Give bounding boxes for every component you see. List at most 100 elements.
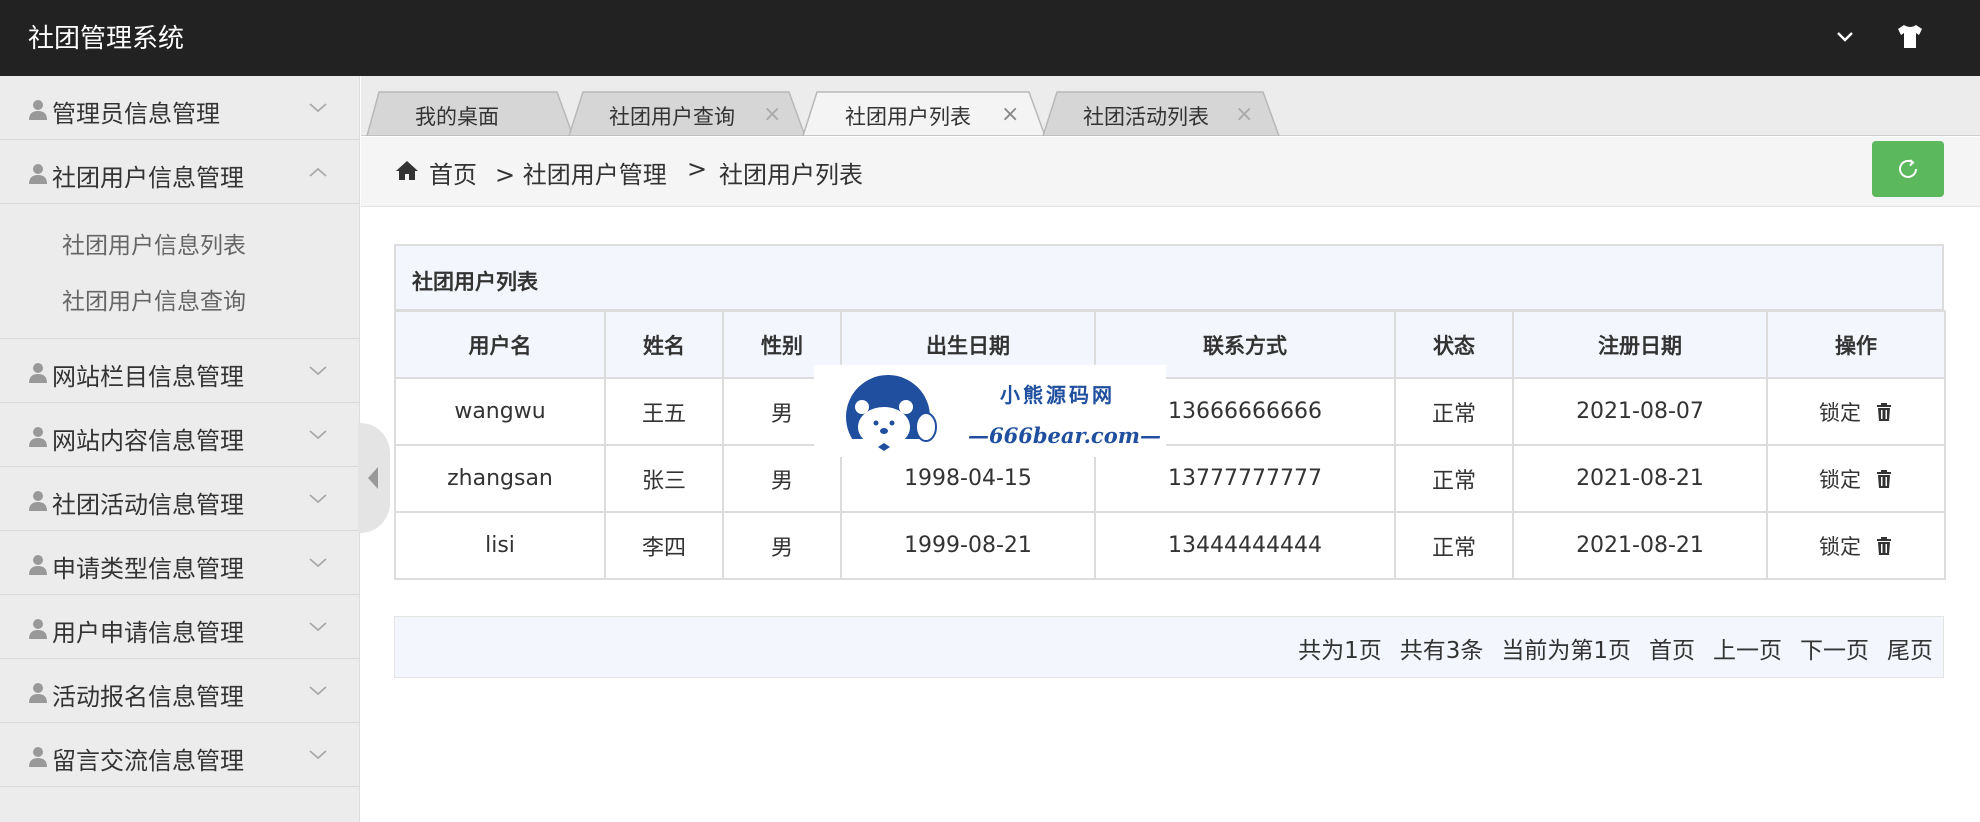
user-icon: [29, 555, 47, 575]
user-icon: [29, 164, 47, 184]
pager-prev-link[interactable]: 上一页: [1713, 631, 1782, 665]
pager-current-page: 当前为第1页: [1501, 638, 1631, 664]
user-icon: [29, 747, 47, 767]
sidebar-item-label: 活动报名信息管理: [52, 683, 244, 711]
chevron-down-icon: [309, 366, 327, 376]
sidebar-subitem-label: 社团用户信息查询: [62, 289, 246, 315]
column-header: 操作: [1766, 310, 1946, 379]
column-header: 状态: [1394, 310, 1514, 379]
sidebar-item-label: 留言交流信息管理: [52, 747, 244, 775]
tab-label: 社团用户列表: [845, 105, 971, 129]
breadcrumb-level1[interactable]: > 社团用户管理: [495, 155, 667, 190]
tab-activity-list[interactable]: 社团活动列表 ×: [1041, 90, 1281, 136]
column-header: 姓名: [604, 310, 724, 379]
chevron-down-icon: [309, 686, 327, 696]
refresh-button[interactable]: [1872, 141, 1944, 197]
sidebar-item-application-types[interactable]: 申请类型信息管理: [0, 531, 359, 595]
chevron-up-icon: [309, 167, 327, 177]
user-icon: [29, 427, 47, 447]
watermark-title: 小熊源码网: [1000, 383, 1115, 407]
pager-last-link[interactable]: 尾页: [1887, 631, 1933, 665]
sidebar-item-label: 社团活动信息管理: [52, 491, 244, 519]
cell-username: lisi: [394, 511, 606, 580]
pager-total-items: 共有3条: [1399, 638, 1484, 664]
trash-icon[interactable]: [1875, 536, 1893, 556]
close-icon[interactable]: ×: [1235, 102, 1253, 127]
sidebar-item-label: 申请类型信息管理: [52, 555, 244, 583]
breadcrumb-separator: >: [687, 155, 708, 183]
sidebar-item-user-applications[interactable]: 用户申请信息管理: [0, 595, 359, 659]
cell-actions: 锁定: [1766, 377, 1946, 446]
column-header: 用户名: [394, 310, 606, 379]
cell-name: 李四: [604, 511, 724, 580]
pager-next-link[interactable]: 下一页: [1800, 631, 1869, 665]
tab-user-query[interactable]: 社团用户查询 ×: [567, 90, 807, 136]
sidebar-item-activity-signups[interactable]: 活动报名信息管理: [0, 659, 359, 723]
cell-gender: 男: [722, 511, 842, 580]
sidebar-item-club-activities[interactable]: 社团活动信息管理: [0, 467, 359, 531]
trash-icon[interactable]: [1875, 402, 1893, 422]
sidebar-submenu: 社团用户信息列表 社团用户信息查询: [0, 204, 359, 339]
sidebar-item-site-content[interactable]: 网站内容信息管理: [0, 403, 359, 467]
breadcrumb-current: 社团用户列表: [719, 161, 863, 189]
user-icon: [29, 363, 47, 383]
chevron-down-icon: [309, 750, 327, 760]
tshirt-icon[interactable]: [1894, 20, 1926, 52]
table-row: wangwu 王五 男 13666666666 正常 2021-08-07 锁定: [394, 377, 1946, 446]
chevron-down-icon: [309, 558, 327, 568]
sidebar-item-label: 社团用户信息管理: [52, 164, 244, 192]
sidebar-item-admin[interactable]: 管理员信息管理: [0, 76, 359, 140]
cell-birth: 1999-08-21: [840, 511, 1096, 580]
lock-button[interactable]: 锁定: [1819, 464, 1861, 494]
tab-my-desktop[interactable]: 我的桌面: [365, 90, 575, 136]
sidebar-item-label: 网站栏目信息管理: [52, 363, 244, 391]
sidebar-item-messages[interactable]: 留言交流信息管理: [0, 723, 359, 787]
sidebar-collapse-handle[interactable]: [358, 423, 390, 533]
chevron-down-icon: [309, 494, 327, 504]
cell-name: 王五: [604, 377, 724, 446]
cell-reg-date: 2021-08-07: [1512, 377, 1768, 446]
table-title: 社团用户列表: [394, 244, 1944, 310]
tab-bar: 我的桌面 社团用户查询 × 社团用户列表 × 社团活动列表 ×: [361, 76, 1980, 136]
close-icon[interactable]: ×: [1001, 102, 1019, 127]
home-icon: [396, 161, 418, 180]
app-title: 社团管理系统: [28, 24, 185, 54]
breadcrumb: 首页 > 社团用户管理 > 社团用户列表: [361, 137, 1980, 207]
cell-status: 正常: [1394, 511, 1514, 580]
cell-phone: 13444444444: [1094, 511, 1396, 580]
user-icon: [29, 619, 47, 639]
chevron-down-icon[interactable]: [1830, 22, 1860, 52]
cell-username: wangwu: [394, 377, 606, 446]
user-table: 用户名 姓名 性别 出生日期 联系方式 状态 注册日期 操作 wangwu 王五…: [394, 310, 1946, 580]
watermark-url: —666bear.com—: [968, 423, 1161, 448]
tab-user-list[interactable]: 社团用户列表 ×: [801, 90, 1047, 136]
sidebar-item-label: 管理员信息管理: [52, 100, 220, 128]
pagination: 共为1页 共有3条 当前为第1页 首页 上一页 下一页 尾页: [394, 616, 1944, 678]
cell-name: 张三: [604, 444, 724, 513]
caret-left-icon: [368, 467, 378, 489]
breadcrumb-home[interactable]: 首页: [429, 155, 477, 190]
cell-actions: 锁定: [1766, 444, 1946, 513]
column-header: 注册日期: [1512, 310, 1768, 379]
sidebar: 管理员信息管理 社团用户信息管理 社团用户信息列表 社团用户信息查询 网站栏目信…: [0, 76, 360, 822]
trash-icon[interactable]: [1875, 469, 1893, 489]
pager-first-link[interactable]: 首页: [1649, 631, 1695, 665]
tab-label: 社团用户查询: [609, 105, 735, 129]
cell-reg-date: 2021-08-21: [1512, 444, 1768, 513]
sidebar-subitem-user-query[interactable]: 社团用户信息查询: [0, 268, 359, 324]
close-icon[interactable]: ×: [763, 102, 781, 127]
user-icon: [29, 100, 47, 120]
cell-reg-date: 2021-08-21: [1512, 511, 1768, 580]
cell-status: 正常: [1394, 377, 1514, 446]
cell-status: 正常: [1394, 444, 1514, 513]
user-table-panel: 社团用户列表 用户名 姓名 性别 出生日期 联系方式 状态 注册日期 操作 wa…: [394, 244, 1946, 580]
tab-label: 我的桌面: [415, 105, 499, 129]
user-icon: [29, 491, 47, 511]
lock-button[interactable]: 锁定: [1819, 531, 1861, 561]
sidebar-subitem-user-list[interactable]: 社团用户信息列表: [0, 212, 359, 268]
watermark-logo: 小熊源码网 —666bear.com—: [814, 365, 1166, 457]
lock-button[interactable]: 锁定: [1819, 397, 1861, 427]
chevron-down-icon: [309, 103, 327, 113]
sidebar-item-site-columns[interactable]: 网站栏目信息管理: [0, 339, 359, 403]
sidebar-item-club-users[interactable]: 社团用户信息管理: [0, 140, 359, 204]
